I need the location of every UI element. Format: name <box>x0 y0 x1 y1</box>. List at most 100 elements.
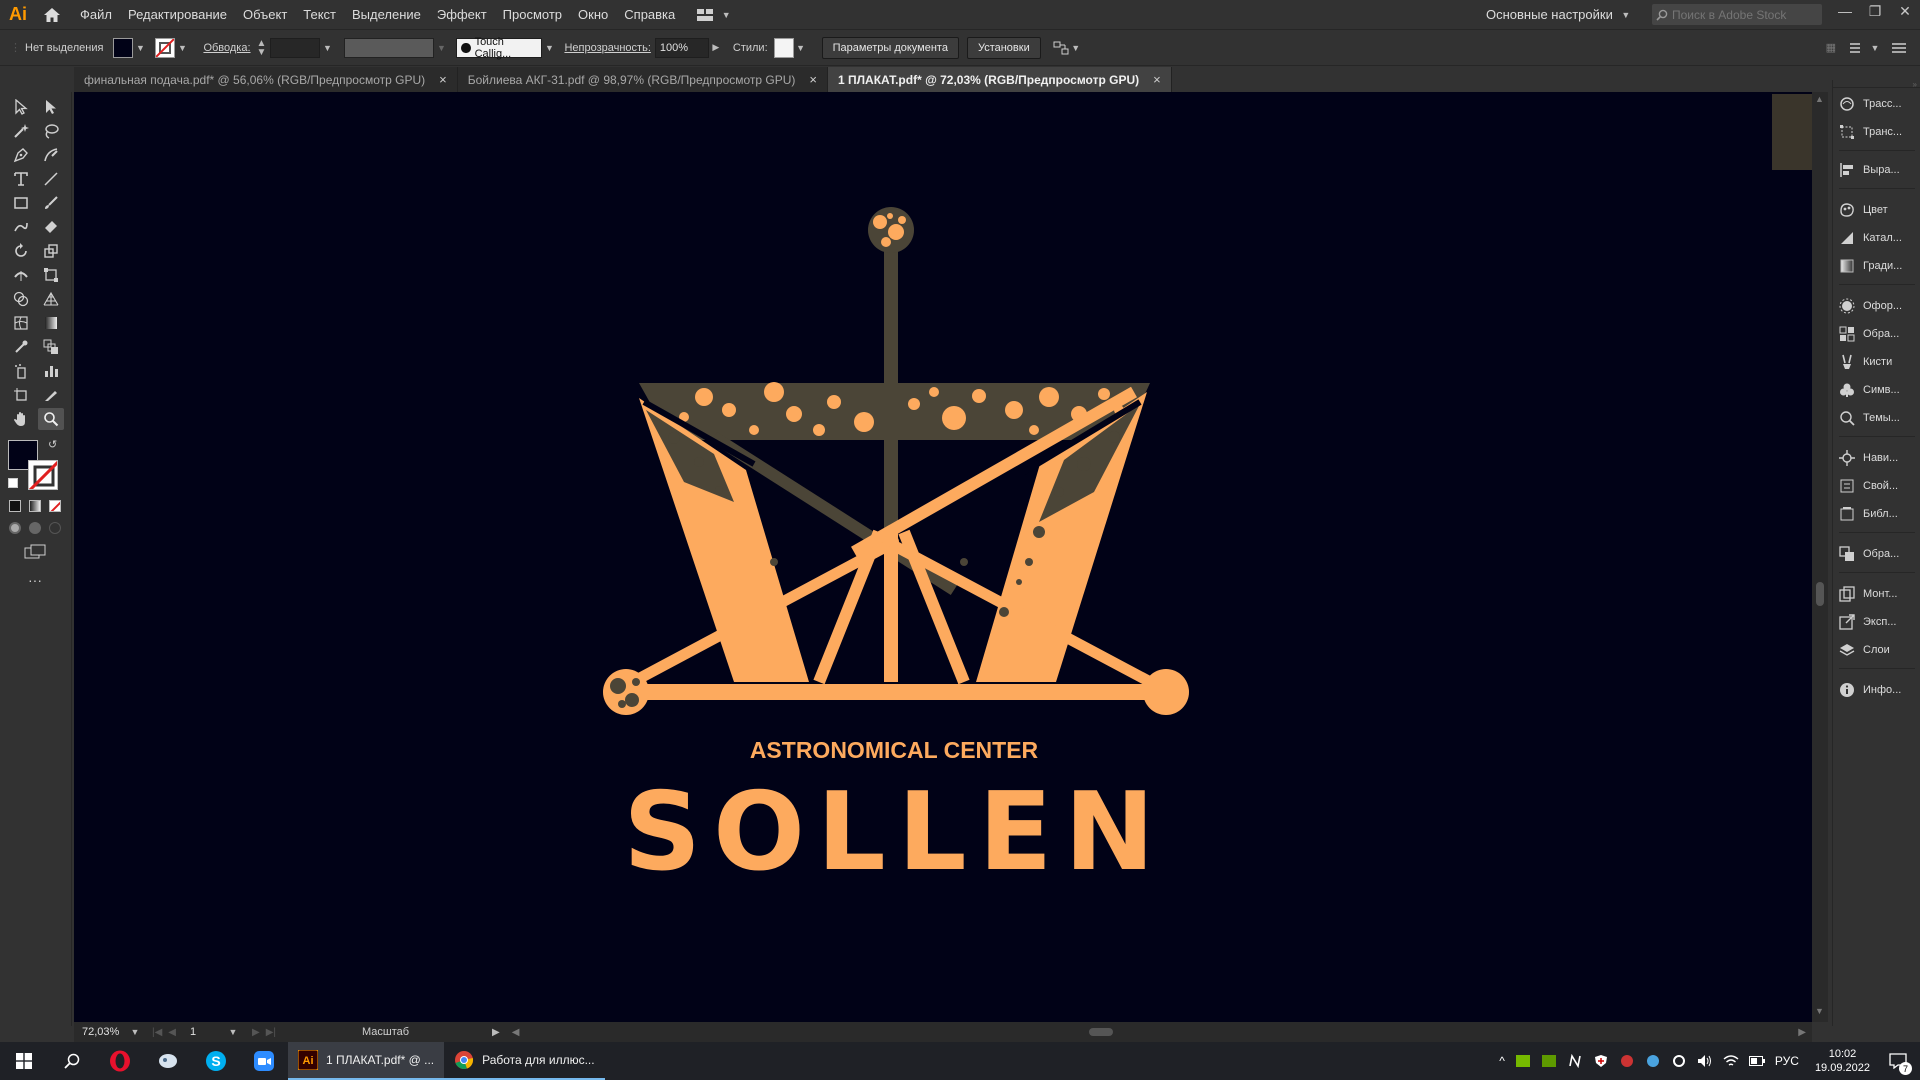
nvidia-icon[interactable] <box>1515 1053 1531 1069</box>
volume-icon[interactable] <box>1697 1053 1713 1069</box>
hscroll-left-icon[interactable]: ◀ <box>512 1027 520 1038</box>
draw-normal-icon[interactable] <box>9 522 21 534</box>
menu-type[interactable]: Текст <box>295 0 344 29</box>
poster-artwork[interactable]: ASTRONOMICAL CENTER SOLLEN <box>74 92 1812 1022</box>
vpn-icon[interactable] <box>1619 1053 1635 1069</box>
scroll-down-icon[interactable]: ▼ <box>1815 1006 1824 1016</box>
blend-tool[interactable] <box>38 336 64 358</box>
vertical-scrollbar[interactable]: ▲ ▼ <box>1812 92 1828 1022</box>
stock-search[interactable] <box>1652 4 1822 25</box>
horizontal-scrollbar[interactable] <box>519 1022 1798 1042</box>
gradient-tool[interactable] <box>38 312 64 334</box>
graphic-style-swatch[interactable] <box>773 37 794 58</box>
panel-pathfinder[interactable]: Обра... <box>1839 542 1919 566</box>
panel-libraries[interactable]: Библ... <box>1839 502 1919 526</box>
wifi-icon[interactable] <box>1723 1053 1739 1069</box>
color-mode-icon[interactable] <box>9 500 21 512</box>
ink-icon[interactable] <box>1567 1053 1583 1069</box>
opera-taskbar-button[interactable] <box>96 1042 144 1080</box>
prev-artboard-icon[interactable]: ◀ <box>168 1027 176 1038</box>
panel-info[interactable]: Инфо... <box>1839 678 1919 702</box>
app-taskbar-button[interactable] <box>144 1042 192 1080</box>
width-tool[interactable] <box>8 264 34 286</box>
onedrive-icon[interactable] <box>1645 1053 1661 1069</box>
menu-edit[interactable]: Редактирование <box>120 0 235 29</box>
stroke-color-box[interactable] <box>28 460 58 490</box>
mesh-tool[interactable] <box>8 312 34 334</box>
zoom-taskbar-button[interactable] <box>240 1042 288 1080</box>
zoom-tool[interactable] <box>38 408 64 430</box>
free-transform-tool[interactable] <box>38 264 64 286</box>
clock[interactable]: 10:02 19.09.2022 <box>1809 1047 1876 1075</box>
input-language[interactable]: РУС <box>1775 1054 1799 1068</box>
panel-color[interactable]: Цвет <box>1839 198 1919 222</box>
arrange-icon[interactable] <box>1053 41 1069 55</box>
rectangle-tool[interactable] <box>8 192 34 214</box>
scale-tool[interactable] <box>38 240 64 262</box>
panel-themes[interactable]: Темы... <box>1839 406 1919 430</box>
tab-boylieva[interactable]: Бойлиева АКГ-31.pdf @ 98,97% (RGB/Предпр… <box>457 67 828 92</box>
chevron-down-icon[interactable]: ▼ <box>434 43 448 53</box>
swap-fill-stroke-icon[interactable]: ↺ <box>48 438 57 451</box>
scroll-thumb[interactable] <box>1816 582 1824 606</box>
notifications-button[interactable]: 7 <box>1886 1049 1912 1075</box>
perspective-grid-tool[interactable] <box>38 288 64 310</box>
stroke-label[interactable]: Обводка: <box>203 42 250 54</box>
panel-align[interactable]: Выра... <box>1839 158 1919 182</box>
opacity-field[interactable]: 100% <box>654 37 709 58</box>
panel-asset-export[interactable]: Эксп... <box>1839 610 1919 634</box>
chevron-right-icon[interactable]: ▶ <box>709 42 723 53</box>
panel-brushes[interactable]: Кисти <box>1839 350 1919 374</box>
chevron-down-icon[interactable]: ▼ <box>175 43 189 53</box>
artboard-tool[interactable] <box>8 384 34 406</box>
selection-tool[interactable] <box>8 96 34 118</box>
skype-taskbar-button[interactable]: S <box>192 1042 240 1080</box>
battery-icon[interactable] <box>1748 1053 1765 1069</box>
stroke-stepper[interactable]: ▲ ▼ <box>257 38 267 57</box>
close-icon[interactable]: × <box>1153 72 1161 87</box>
close-icon[interactable]: × <box>809 72 817 87</box>
illustrator-taskbar-button[interactable]: Ai 1 ПЛАКАТ.pdf* @ ... <box>288 1042 445 1080</box>
search-button[interactable] <box>48 1042 96 1080</box>
artboard-canvas[interactable]: ASTRONOMICAL CENTER SOLLEN <box>74 92 1812 1022</box>
lasso-tool[interactable] <box>38 120 64 142</box>
menu-file[interactable]: Файл <box>72 0 120 29</box>
settings-tray-icon[interactable] <box>1671 1053 1687 1069</box>
show-hidden-icons-icon[interactable]: ^ <box>1499 1054 1505 1068</box>
menu-effect[interactable]: Эффект <box>429 0 495 29</box>
eraser-tool[interactable] <box>38 216 64 238</box>
next-artboard-icon[interactable]: ▶ <box>252 1027 260 1038</box>
close-window-button[interactable]: ✕ <box>1890 0 1920 22</box>
home-button[interactable] <box>36 0 68 29</box>
chevron-down-icon[interactable]: ▼ <box>1868 43 1882 53</box>
pen-tool[interactable] <box>8 144 34 166</box>
curvature-tool[interactable] <box>38 144 64 166</box>
start-button[interactable] <box>0 1042 48 1080</box>
status-menu-icon[interactable]: ▶ <box>492 1027 500 1038</box>
draw-inside-icon[interactable] <box>49 522 61 534</box>
panel-swatches[interactable]: Обра... <box>1839 322 1919 346</box>
menu-select[interactable]: Выделение <box>344 0 429 29</box>
edit-toolbar-icon[interactable]: ··· <box>28 572 42 588</box>
default-colors-icon[interactable] <box>8 478 18 488</box>
panel-symbols[interactable]: Симв... <box>1839 378 1919 402</box>
symbol-sprayer-tool[interactable] <box>8 360 34 382</box>
chevron-down-icon[interactable]: ▼ <box>226 1027 240 1037</box>
panel-layers[interactable]: Слои <box>1839 638 1919 662</box>
direct-selection-tool[interactable] <box>38 96 64 118</box>
panel-gradient[interactable]: Гради... <box>1839 254 1919 278</box>
panel-menu-icon[interactable] <box>1850 42 1864 54</box>
status-info-label[interactable]: Масштаб <box>362 1026 492 1038</box>
magic-wand-tool[interactable] <box>8 120 34 142</box>
hamburger-icon[interactable] <box>1892 42 1906 54</box>
shaper-tool[interactable] <box>8 216 34 238</box>
panel-color-guide[interactable]: Катал... <box>1839 226 1919 250</box>
panel-artboards[interactable]: Монт... <box>1839 582 1919 606</box>
artboard-number-field[interactable]: 1 <box>186 1024 226 1040</box>
workspace-switcher[interactable]: Основные настройки ▼ <box>1486 0 1633 29</box>
gradient-mode-icon[interactable] <box>29 500 41 512</box>
menu-window[interactable]: Окно <box>570 0 616 29</box>
tab-poster[interactable]: 1 ПЛАКАТ.pdf* @ 72,03% (RGB/Предпросмотр… <box>828 67 1172 92</box>
panel-transform[interactable]: Транс... <box>1839 120 1919 144</box>
chrome-taskbar-button[interactable]: Работа для иллюс... <box>444 1042 605 1080</box>
